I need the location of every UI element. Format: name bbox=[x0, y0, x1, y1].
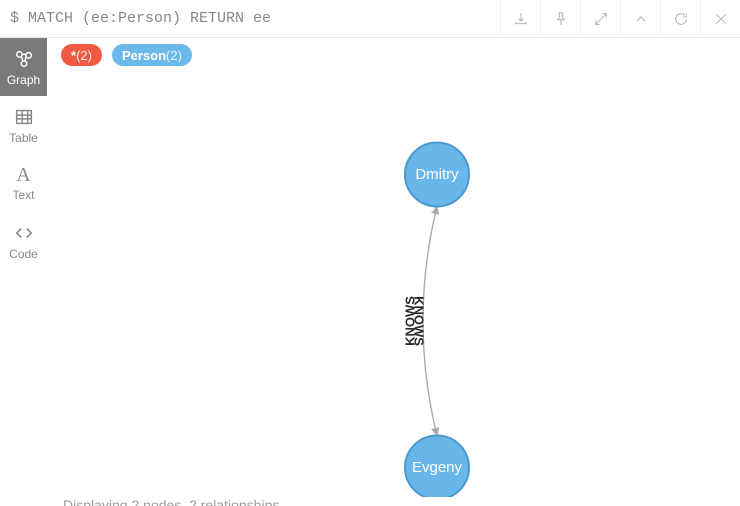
relationship-label: KNOWS bbox=[412, 296, 427, 346]
graph-canvas[interactable]: KNOWSKNOWSDmitryEvgeny bbox=[47, 72, 740, 497]
node-label: Dmitry bbox=[415, 166, 459, 183]
tab-label: Table bbox=[9, 131, 38, 145]
tab-label: Text bbox=[12, 188, 34, 202]
close-icon bbox=[713, 11, 729, 27]
query-input[interactable]: $ MATCH (ee:Person) RETURN ee bbox=[0, 0, 500, 37]
pin-button[interactable] bbox=[540, 0, 580, 37]
expand-button[interactable] bbox=[580, 0, 620, 37]
expand-icon bbox=[593, 11, 609, 27]
download-button[interactable] bbox=[500, 0, 540, 37]
chip-count: (2) bbox=[166, 48, 182, 63]
text-icon: A bbox=[16, 165, 30, 185]
download-icon bbox=[513, 11, 529, 27]
refresh-icon bbox=[673, 11, 689, 27]
graph-node[interactable]: Dmitry bbox=[405, 143, 469, 207]
code-icon bbox=[13, 222, 35, 244]
rerun-button[interactable] bbox=[660, 0, 700, 37]
tab-label: Graph bbox=[7, 73, 40, 87]
tab-label: Code bbox=[9, 247, 38, 261]
close-button[interactable] bbox=[700, 0, 740, 37]
tab-graph[interactable]: Graph bbox=[0, 38, 47, 96]
tab-code[interactable]: Code bbox=[0, 212, 47, 270]
chip-count: (2) bbox=[76, 48, 92, 63]
chip-all[interactable]: *(2) bbox=[61, 44, 102, 66]
chevron-up-icon bbox=[633, 11, 649, 27]
frame-actions bbox=[500, 0, 740, 37]
label-chips: *(2) Person(2) bbox=[47, 38, 740, 72]
query-bar: $ MATCH (ee:Person) RETURN ee bbox=[0, 0, 740, 38]
graph-icon bbox=[13, 48, 35, 70]
status-text: Displaying 2 nodes, 2 relationships. bbox=[63, 497, 283, 506]
tab-table[interactable]: Table bbox=[0, 96, 47, 154]
graph-node[interactable]: Evgeny bbox=[405, 436, 469, 498]
collapse-button[interactable] bbox=[620, 0, 660, 37]
graph-svg: KNOWSKNOWSDmitryEvgeny bbox=[47, 72, 740, 497]
chip-label: Person bbox=[122, 48, 166, 63]
table-icon bbox=[13, 106, 35, 128]
tab-text[interactable]: A Text bbox=[0, 154, 47, 212]
query-text: MATCH (ee:Person) RETURN ee bbox=[28, 10, 271, 27]
status-bar: Displaying 2 nodes, 2 relationships. bbox=[47, 497, 740, 506]
view-sidebar: Graph Table A Text Code bbox=[0, 38, 47, 506]
chip-person[interactable]: Person(2) bbox=[112, 44, 192, 66]
query-prompt: $ bbox=[10, 10, 28, 27]
node-label: Evgeny bbox=[412, 459, 463, 476]
pin-icon bbox=[553, 11, 569, 27]
